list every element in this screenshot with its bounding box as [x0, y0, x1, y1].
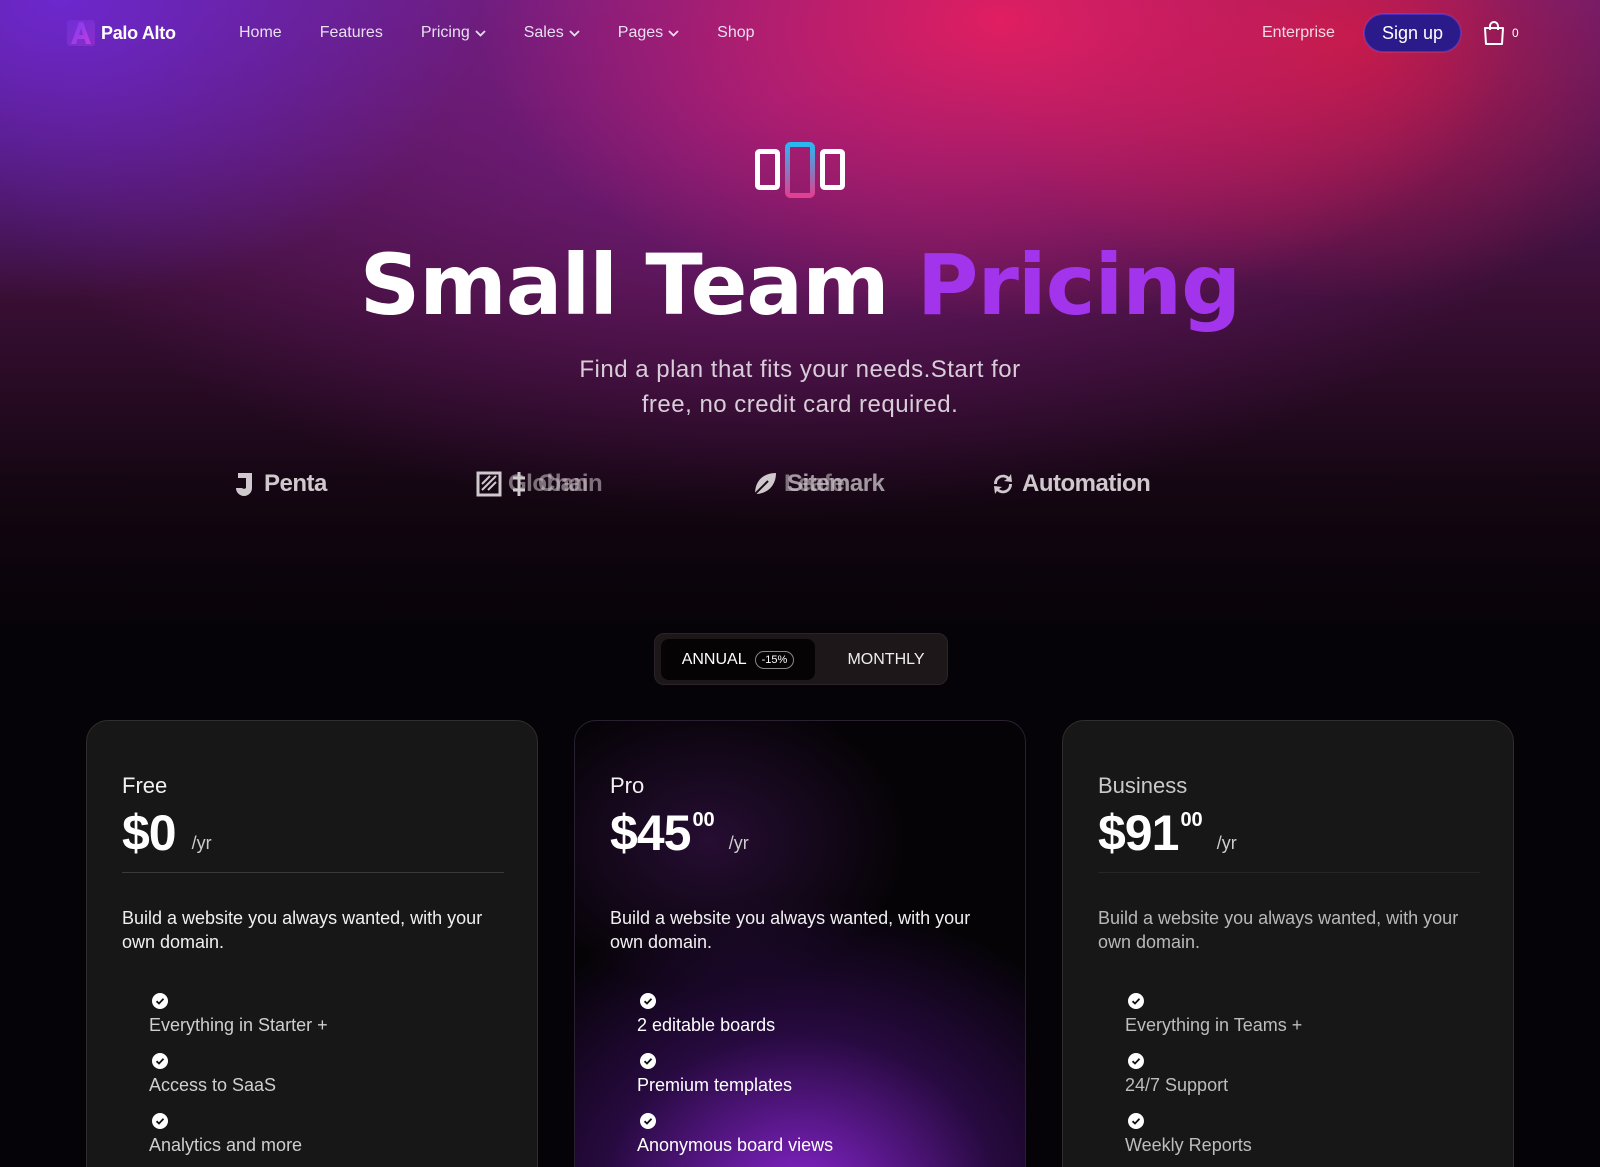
plan-card-business: Business $91 00 /yr Build a website you … [1062, 720, 1514, 1167]
price-unit: /yr [1216, 833, 1237, 853]
check-circle-icon [640, 1053, 656, 1069]
top-navbar: Palo Alto Home Features Pricing Sales Pa… [0, 0, 1600, 68]
plan-card-free: Free $0 /yr Build a website you always w… [86, 720, 538, 1167]
nav-item-label: Pages [617, 24, 664, 41]
brand-name: Palo Alto [101, 22, 176, 43]
brand-logos: Penta Globan Chain Leafe Sitemark Automa… [0, 470, 1600, 510]
feature-label: Analytics and more [149, 1135, 303, 1155]
feature-label: Everything in Starter + [149, 1015, 328, 1035]
divider [1098, 872, 1480, 873]
chevron-down-icon [475, 29, 486, 37]
nav-links: Home Features Pricing Sales Pages Shop [239, 24, 755, 42]
nav-item-features[interactable]: Features [320, 24, 383, 42]
feature-label: Everything in Teams + [1125, 1015, 1303, 1035]
automation-logo-icon [993, 474, 1013, 494]
check-circle-icon [1128, 1053, 1144, 1069]
nav-item-label: Features [319, 24, 383, 41]
sign-up-button[interactable]: Sign up [1364, 14, 1461, 52]
brand-name: Penta [264, 470, 327, 497]
price-unit: /yr [191, 833, 212, 853]
nav-item-pages[interactable]: Pages [618, 24, 679, 42]
plan-description: Build a website you always wanted, with … [122, 908, 483, 952]
title-main: Small Team [359, 236, 890, 334]
plan-description: Build a website you always wanted, with … [1098, 908, 1459, 952]
brand-automation: Automation [990, 470, 1151, 498]
annual-option[interactable]: ANNUAL -15% [661, 639, 815, 680]
penta-logo-icon [236, 473, 252, 496]
chain-logo-icon [513, 472, 525, 496]
logo-icon [67, 20, 95, 46]
enterprise-link[interactable]: Enterprise [1262, 24, 1335, 42]
page-title: Small Team Pricing [0, 236, 1600, 334]
check-circle-icon [152, 1053, 168, 1069]
price-unit: /yr [728, 833, 749, 853]
check-circle-icon [1128, 993, 1144, 1009]
cart-count: 0 [1512, 26, 1519, 40]
plan-name: Pro [610, 773, 645, 798]
nav-item-label: Sales [523, 24, 564, 41]
annual-label: ANNUAL [681, 650, 747, 668]
plan-price: $45 00 /yr [610, 803, 749, 863]
brand-name: Sitemark [787, 470, 885, 497]
check-circle-icon [152, 1113, 168, 1129]
devices-icon [755, 142, 845, 198]
check-circle-icon [640, 1113, 656, 1129]
brand-penta: Penta [232, 470, 327, 498]
feature-label: Premium templates [637, 1075, 793, 1095]
discount-badge: -15% [754, 650, 795, 669]
nav-item-label: Home [239, 24, 282, 41]
page-subtitle: Find a plan that fits your needs.Start f… [579, 356, 1021, 418]
nav-item-pricing[interactable]: Pricing [421, 24, 486, 42]
nav-item-shop[interactable]: Shop [717, 24, 754, 42]
brand-name: Automation [1022, 470, 1151, 497]
price-amount: $0 [122, 805, 177, 861]
price-amount: $91 [1098, 805, 1179, 861]
feature-label: Anonymous board views [637, 1135, 834, 1155]
plan-card-pro: Pro $45 00 /yr Build a website you alway… [574, 720, 1026, 1167]
plan-description: Build a website you always wanted, with … [610, 908, 971, 952]
nav-item-home[interactable]: Home [239, 24, 282, 42]
billing-toggle: ANNUAL -15% MONTHLY [654, 633, 948, 685]
brand-chain: Chain [506, 470, 603, 498]
leafe-logo-icon [754, 473, 776, 495]
price-amount: $45 [610, 805, 691, 861]
check-circle-icon [152, 993, 168, 1009]
cart-button[interactable]: 0 [1482, 20, 1519, 46]
chevron-down-icon [569, 29, 580, 37]
brand-logo[interactable]: Palo Alto [67, 20, 176, 46]
price-cents: 00 [1180, 809, 1203, 831]
price-cents: 00 [692, 809, 715, 831]
brand-name: Chain [538, 470, 603, 497]
nav-item-label: Shop [717, 24, 755, 41]
brand-sitemark: Sitemark [787, 470, 885, 498]
shopping-bag-icon [1484, 21, 1504, 45]
feature-label: Access to SaaS [149, 1075, 277, 1095]
chevron-down-icon [668, 29, 679, 37]
feature-label: 24/7 Support [1125, 1075, 1229, 1095]
feature-label: 2 editable boards [637, 1015, 776, 1035]
title-accent: Pricing [916, 236, 1241, 334]
plan-price: $0 /yr [122, 803, 212, 863]
feature-label: Weekly Reports [1125, 1135, 1252, 1155]
divider [122, 872, 504, 873]
plan-name: Business [1098, 773, 1188, 798]
monthly-option[interactable]: MONTHLY [831, 639, 941, 680]
check-circle-icon [1128, 1113, 1144, 1129]
nav-item-label: Pricing [420, 24, 470, 41]
plan-name: Free [122, 773, 168, 798]
check-circle-icon [640, 993, 656, 1009]
globan-logo-icon [476, 471, 502, 497]
plan-price: $91 00 /yr [1098, 803, 1237, 863]
nav-item-sales[interactable]: Sales [524, 24, 580, 42]
